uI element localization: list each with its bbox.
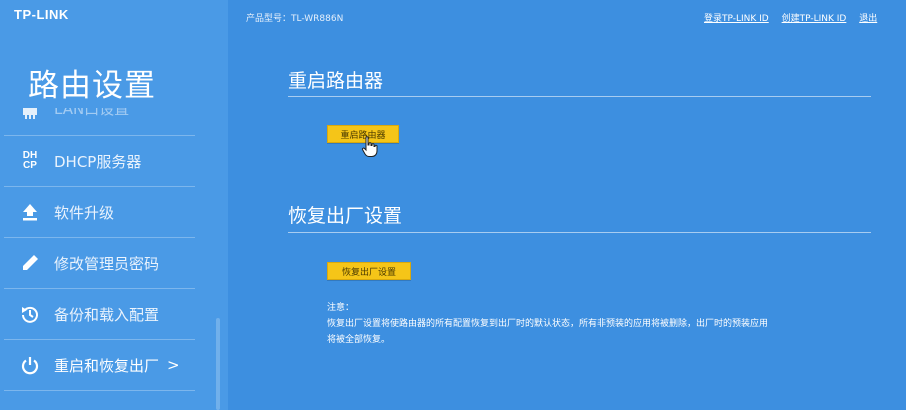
sidebar-item-backup[interactable]: 备份和载入配置 — [4, 289, 195, 340]
reboot-section-title: 重启路由器 — [288, 70, 384, 92]
sidebar-item-reboot-reset[interactable]: 重启和恢复出厂 > — [4, 340, 195, 391]
power-icon — [18, 353, 42, 377]
restore-icon — [18, 302, 42, 326]
sidebar: TP-LINK 路由设置 LAN口设置 DH CP DHCP服务器 软件升级 修… — [0, 0, 228, 410]
factory-reset-notice: 注意： 恢复出厂设置将使路由器的所有配置恢复到出厂时的默认状态，所有非预装的应用… — [327, 300, 768, 348]
login-tplink-id-link[interactable]: 登录TP-LINK ID — [704, 14, 769, 24]
sidebar-title: 路由设置 — [28, 68, 156, 104]
notice-text-line: 将被全部恢复。 — [327, 335, 391, 345]
tp-link-logo: TP-LINK — [14, 7, 69, 22]
sidebar-item-label: 修改管理员密码 — [54, 254, 160, 273]
create-tplink-id-link[interactable]: 创建TP-LINK ID — [782, 14, 847, 24]
notice-title: 注意： — [327, 303, 355, 313]
upgrade-icon — [18, 200, 42, 224]
sidebar-item-lan[interactable]: LAN口设置 — [4, 108, 195, 136]
top-links: 登录TP-LINK ID 创建TP-LINK ID 退出 — [704, 11, 877, 24]
dhcp-icon: DH CP — [22, 150, 38, 171]
hand-cursor-icon — [361, 136, 378, 157]
factory-reset-button[interactable]: 恢复出厂设置 — [327, 262, 411, 280]
pencil-icon — [18, 251, 42, 275]
sidebar-item-password[interactable]: 修改管理员密码 — [4, 238, 195, 289]
sidebar-scrollbar[interactable] — [216, 318, 220, 410]
chevron-right-icon: > — [167, 356, 180, 374]
sidebar-item-label: LAN口设置 — [54, 108, 130, 118]
section-divider — [288, 232, 871, 233]
product-model: 产品型号：TL-WR886N — [246, 14, 344, 24]
sidebar-item-label: 软件升级 — [54, 203, 115, 222]
section-divider — [288, 96, 871, 97]
factory-reset-section-title: 恢复出厂设置 — [288, 205, 403, 227]
logout-link[interactable]: 退出 — [859, 14, 877, 24]
notice-text-line: 恢复出厂设置将使路由器的所有配置恢复到出厂时的默认状态，所有非预装的应用将被删除… — [327, 319, 769, 329]
lan-icon — [18, 108, 42, 126]
sidebar-item-upgrade[interactable]: 软件升级 — [4, 187, 195, 238]
sidebar-item-label: DHCP服务器 — [54, 152, 142, 171]
sidebar-item-label: 备份和载入配置 — [54, 305, 160, 324]
sidebar-item-label: 重启和恢复出厂 — [54, 356, 160, 375]
sidebar-menu: LAN口设置 DH CP DHCP服务器 软件升级 修改管理员密码 备份和载入配… — [0, 108, 195, 391]
sidebar-item-dhcp[interactable]: DH CP DHCP服务器 — [4, 136, 195, 187]
